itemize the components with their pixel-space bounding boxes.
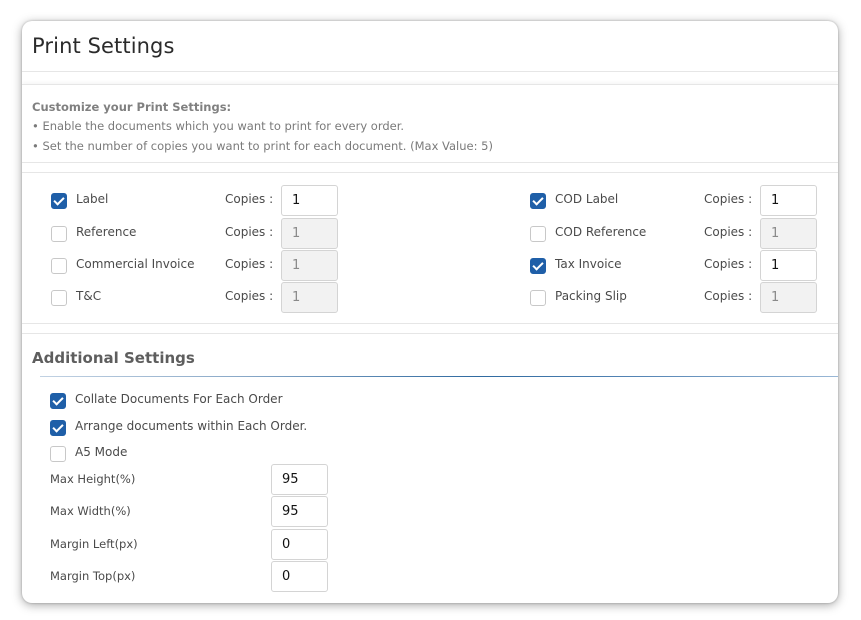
a5-mode-checkbox[interactable] — [50, 446, 66, 462]
max-height-label: Max Height(%) — [50, 472, 136, 486]
page-title: Print Settings — [32, 34, 175, 58]
copies-label: Copies : — [225, 289, 274, 303]
collate-documents-checkbox[interactable] — [50, 393, 66, 409]
document-row-label: Label Copies : — [51, 185, 351, 217]
option-label: Collate Documents For Each Order — [75, 392, 283, 406]
documents-section: Label Copies : Reference Copies : Commer… — [22, 172, 838, 324]
reference-copies-input[interactable] — [281, 218, 338, 249]
copies-label: Copies : — [704, 289, 753, 303]
tnc-copies-input[interactable] — [281, 282, 338, 313]
document-label: Commercial Invoice — [76, 257, 195, 271]
tnc-checkbox[interactable] — [51, 290, 67, 306]
section-divider — [40, 376, 838, 377]
additional-settings-title: Additional Settings — [32, 349, 195, 367]
commercial-invoice-copies-input[interactable] — [281, 250, 338, 281]
document-label: Reference — [76, 225, 137, 239]
card-header: Print Settings — [22, 21, 838, 72]
copies-label: Copies : — [225, 192, 274, 206]
print-settings-card: Print Settings Customize your Print Sett… — [22, 21, 838, 603]
copies-label: Copies : — [704, 257, 753, 271]
document-row-tax-invoice: Tax Invoice Copies : — [530, 250, 830, 282]
tax-invoice-checkbox[interactable] — [530, 258, 546, 274]
field-margin-top: Margin Top(px) — [50, 561, 350, 593]
field-max-height: Max Height(%) — [50, 464, 350, 496]
instructions-heading: Customize your Print Settings: — [32, 100, 232, 114]
packing-slip-copies-input[interactable] — [760, 282, 817, 313]
field-max-width: Max Width(%) — [50, 496, 350, 528]
option-collate-documents: Collate Documents For Each Order — [50, 390, 450, 412]
reference-checkbox[interactable] — [51, 226, 67, 242]
document-row-cod-label: COD Label Copies : — [530, 185, 830, 217]
copies-label: Copies : — [225, 257, 274, 271]
cod-reference-checkbox[interactable] — [530, 226, 546, 242]
instruction-line: • Enable the documents which you want to… — [32, 119, 405, 133]
instructions-section: Customize your Print Settings: • Enable … — [22, 84, 838, 163]
field-margin-left: Margin Left(px) — [50, 529, 350, 561]
max-width-label: Max Width(%) — [50, 504, 131, 518]
max-width-input[interactable] — [271, 496, 328, 527]
copies-label: Copies : — [704, 192, 753, 206]
document-row-packing-slip: Packing Slip Copies : — [530, 282, 830, 314]
document-row-reference: Reference Copies : — [51, 218, 351, 250]
label-copies-input[interactable] — [281, 185, 338, 216]
document-label: COD Reference — [555, 225, 647, 239]
cod-reference-copies-input[interactable] — [760, 218, 817, 249]
cod-label-copies-input[interactable] — [760, 185, 817, 216]
instruction-line: • Set the number of copies you want to p… — [32, 139, 493, 153]
margin-left-input[interactable] — [271, 529, 328, 560]
margin-top-input[interactable] — [271, 561, 328, 592]
option-a5-mode: A5 Mode — [50, 443, 450, 465]
option-label: Arrange documents within Each Order. — [75, 419, 308, 433]
margin-left-label: Margin Left(px) — [50, 537, 138, 551]
document-label: T&C — [76, 289, 102, 303]
max-height-input[interactable] — [271, 464, 328, 495]
document-row-tnc: T&C Copies : — [51, 282, 351, 314]
option-label: A5 Mode — [75, 445, 128, 459]
document-label: Tax Invoice — [555, 257, 622, 271]
arrange-documents-checkbox[interactable] — [50, 420, 66, 436]
margin-top-label: Margin Top(px) — [50, 569, 136, 583]
cod-label-checkbox[interactable] — [530, 193, 546, 209]
document-label: Label — [76, 192, 109, 206]
document-row-commercial-invoice: Commercial Invoice Copies : — [51, 250, 351, 282]
commercial-invoice-checkbox[interactable] — [51, 258, 67, 274]
option-arrange-documents: Arrange documents within Each Order. — [50, 417, 450, 439]
document-label: Packing Slip — [555, 289, 627, 303]
additional-settings-section: Additional Settings Collate Documents Fo… — [22, 333, 838, 603]
tax-invoice-copies-input[interactable] — [760, 250, 817, 281]
packing-slip-checkbox[interactable] — [530, 290, 546, 306]
document-label: COD Label — [555, 192, 619, 206]
copies-label: Copies : — [225, 225, 274, 239]
label-checkbox[interactable] — [51, 193, 67, 209]
document-row-cod-reference: COD Reference Copies : — [530, 218, 830, 250]
copies-label: Copies : — [704, 225, 753, 239]
